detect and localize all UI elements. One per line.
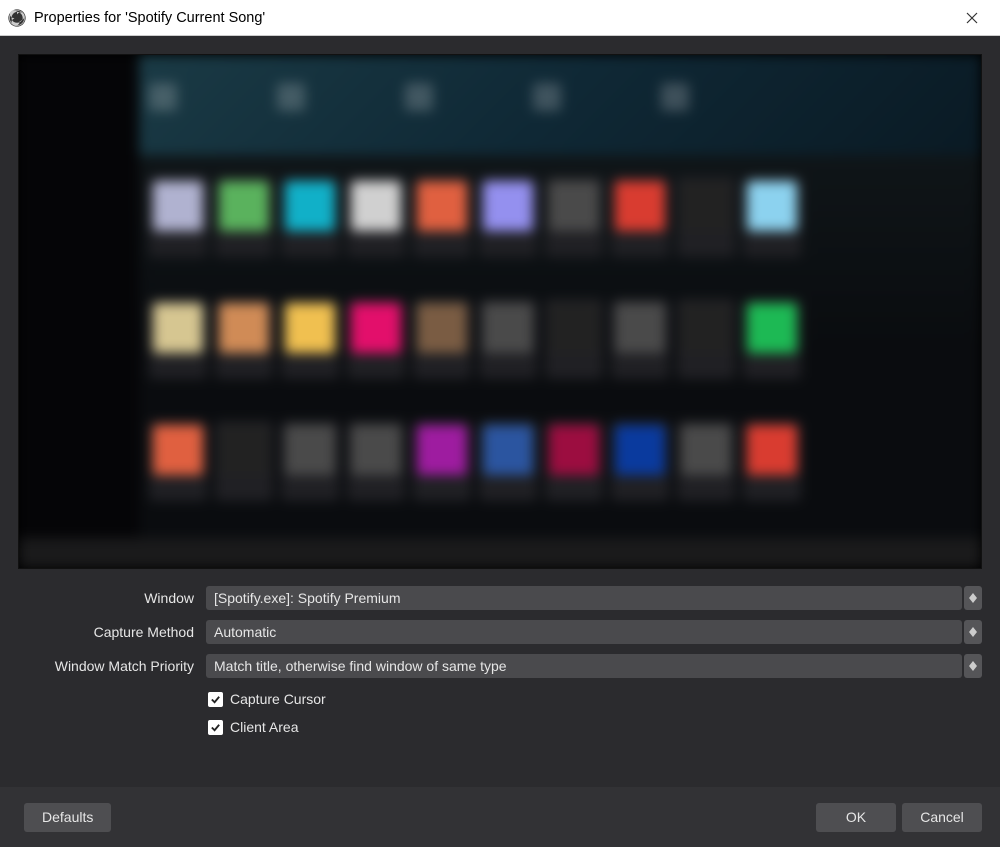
close-button[interactable] [952, 0, 992, 36]
chevron-down-icon [969, 598, 977, 603]
obs-logo-icon [8, 9, 26, 27]
checkmark-icon [210, 694, 221, 705]
chevron-down-icon [969, 632, 977, 637]
priority-label: Window Match Priority [18, 658, 206, 674]
window-select-spinner[interactable] [964, 586, 982, 610]
capture-method-label: Capture Method [18, 624, 206, 640]
window-title: Properties for 'Spotify Current Song' [34, 10, 265, 26]
close-icon [966, 12, 978, 24]
source-preview [18, 54, 982, 569]
priority-select[interactable]: Match title, otherwise find window of sa… [206, 654, 962, 678]
chevron-down-icon [969, 666, 977, 671]
client-area-label: Client Area [230, 719, 298, 735]
priority-spinner[interactable] [964, 654, 982, 678]
ok-button[interactable]: OK [816, 803, 896, 832]
cancel-button[interactable]: Cancel [902, 803, 982, 832]
capture-method-spinner[interactable] [964, 620, 982, 644]
window-select[interactable]: [Spotify.exe]: Spotify Premium [206, 586, 962, 610]
window-select-value: [Spotify.exe]: Spotify Premium [214, 590, 400, 606]
capture-cursor-checkbox[interactable] [208, 692, 223, 707]
window-label: Window [18, 590, 206, 606]
properties-form: Window [Spotify.exe]: Spotify Premium Ca… [18, 583, 982, 741]
dialog-footer: Defaults OK Cancel [0, 787, 1000, 847]
capture-method-value: Automatic [214, 624, 276, 640]
checkmark-icon [210, 722, 221, 733]
defaults-button[interactable]: Defaults [24, 803, 111, 832]
priority-value: Match title, otherwise find window of sa… [214, 658, 507, 674]
capture-method-select[interactable]: Automatic [206, 620, 962, 644]
client-area-checkbox[interactable] [208, 720, 223, 735]
capture-cursor-label: Capture Cursor [230, 691, 326, 707]
titlebar: Properties for 'Spotify Current Song' [0, 0, 1000, 36]
